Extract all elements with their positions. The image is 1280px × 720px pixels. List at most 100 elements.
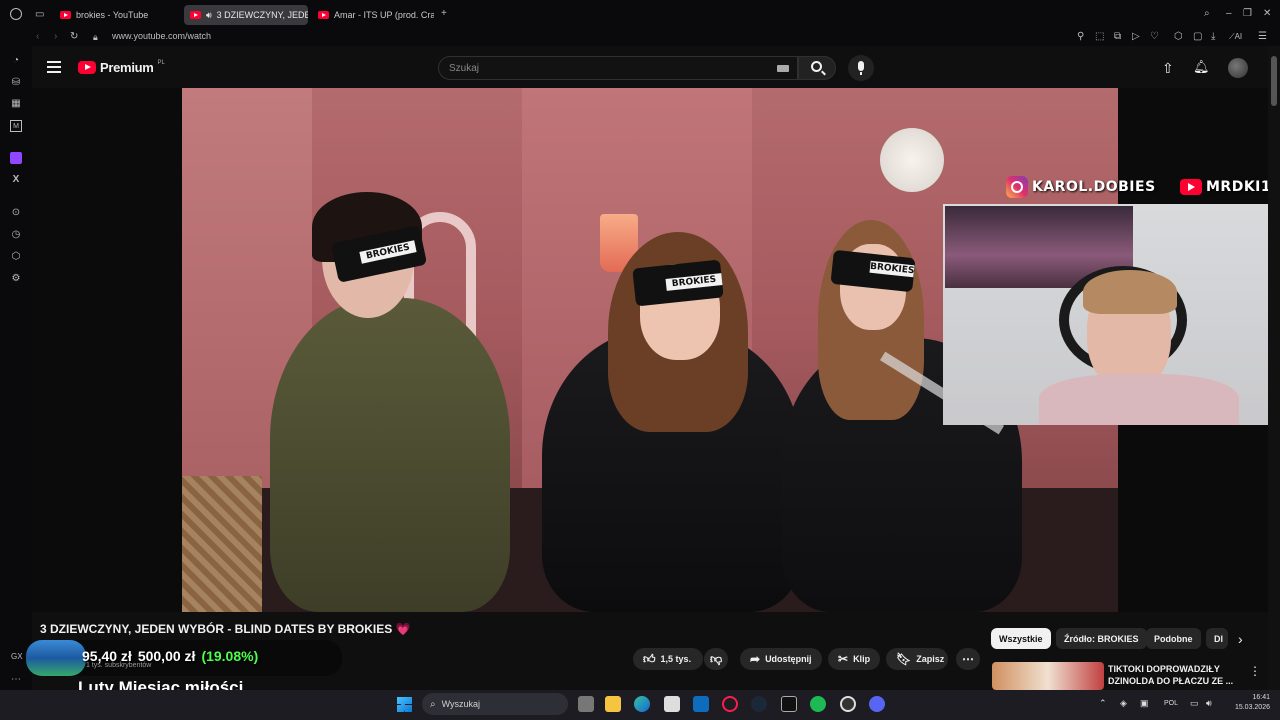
- hamburger-menu-icon[interactable]: [47, 61, 61, 73]
- capcut-icon[interactable]: [781, 696, 797, 712]
- snapshot-icon[interactable]: ⬚: [1095, 31, 1104, 43]
- thumbs-up-icon: 👍︎: [643, 651, 656, 666]
- youtube-favicon-icon: [60, 11, 71, 19]
- social-handles: KAROL.DOBIES: [1006, 176, 1156, 198]
- armchair: [182, 476, 262, 612]
- settings-icon[interactable]: ⚙: [10, 273, 22, 285]
- clip-button[interactable]: ✂ Klip: [828, 648, 880, 670]
- sidebar-dial-icon[interactable]: ◔: [10, 55, 22, 67]
- close-window-icon[interactable]: ✕: [1263, 8, 1271, 20]
- new-tab-icon[interactable]: +: [441, 8, 447, 20]
- tab-brokies[interactable]: brokies - YouTube: [54, 5, 182, 25]
- taskbar-search[interactable]: ⌕ Wyszukaj: [422, 693, 568, 715]
- sidebar-bag-icon[interactable]: ⛁: [10, 77, 22, 89]
- system-clock[interactable]: 16:41 15.03.2026: [1226, 693, 1270, 713]
- like-button[interactable]: 👍︎ 1,5 tys.: [633, 648, 703, 670]
- forward-icon[interactable]: ›: [54, 31, 57, 43]
- tab-amar[interactable]: Amar - ITS UP (prod. Crac: [312, 5, 434, 25]
- chip-related[interactable]: Podobne: [1146, 628, 1201, 649]
- sidebar-m-icon[interactable]: M: [10, 120, 22, 132]
- tray-chevron-icon[interactable]: ⌃: [1099, 698, 1107, 709]
- file-explorer-icon[interactable]: [605, 696, 621, 712]
- recommendation-thumbnail[interactable]: [992, 662, 1104, 690]
- video-title: 3 DZIEWCZYNY, JEDEN WYBÓR - BLIND DATES …: [40, 622, 411, 636]
- thumbs-down-icon: 👎︎: [710, 651, 723, 666]
- taskbar-search-label: Wyszukaj: [441, 699, 481, 709]
- easy-setup-icon[interactable]: ☰: [1258, 31, 1267, 43]
- search-button[interactable]: [798, 56, 836, 80]
- recommendation-menu-icon[interactable]: ⋮: [1249, 664, 1261, 678]
- task-view-icon[interactable]: [578, 696, 594, 712]
- keyboard-icon[interactable]: [777, 65, 789, 72]
- chevron-right-icon[interactable]: ›: [1238, 632, 1243, 646]
- instagram-icon: [1006, 176, 1028, 198]
- notifications-bell-icon[interactable]: 🔔︎: [1193, 60, 1210, 74]
- url-field[interactable]: www.youtube.com/watch: [112, 31, 211, 41]
- upload-icon[interactable]: ⇧: [1162, 61, 1174, 75]
- volume-icon[interactable]: 🔊︎: [1206, 698, 1212, 709]
- chip-all[interactable]: Wszystkie: [991, 628, 1051, 649]
- minimize-icon[interactable]: –: [1226, 8, 1232, 20]
- chip-more[interactable]: Dl: [1206, 628, 1228, 649]
- tray-app-icon[interactable]: ▣: [1140, 698, 1149, 709]
- opera-gx-icon[interactable]: [722, 696, 738, 712]
- tray-network-icon[interactable]: ◈: [1120, 698, 1127, 709]
- youtube-favicon-icon: [190, 11, 201, 19]
- person-left: [270, 298, 510, 612]
- tab-switcher-icon[interactable]: ▭: [35, 9, 44, 21]
- youtube-red-icon: [1180, 179, 1202, 195]
- search-input[interactable]: Szukaj: [438, 56, 798, 80]
- page-scrollbar[interactable]: [1268, 46, 1280, 690]
- play-icon[interactable]: ▷: [1132, 31, 1140, 43]
- tab-label: 3 DZIEWCZYNY, JEDE: [216, 10, 308, 20]
- goal-percent: (19.08%): [201, 648, 259, 664]
- x-icon[interactable]: X: [10, 174, 22, 186]
- spotify-icon[interactable]: [810, 696, 826, 712]
- edge-icon[interactable]: [634, 696, 650, 712]
- sidebar-more-icon[interactable]: ⋯: [10, 674, 22, 686]
- ai-icon[interactable]: ⟋AI: [1229, 31, 1242, 43]
- crop-icon[interactable]: ⧉: [1114, 31, 1121, 43]
- search-tabs-icon[interactable]: ⌕: [1204, 8, 1210, 20]
- store-icon[interactable]: [664, 696, 680, 712]
- scrollbar-thumb[interactable]: [1271, 56, 1277, 106]
- voice-search-button[interactable]: [848, 55, 874, 81]
- save-button[interactable]: 🔖︎ Zapisz: [886, 648, 948, 670]
- dislike-button[interactable]: 👎︎: [704, 648, 728, 670]
- history-icon[interactable]: ◷: [10, 229, 22, 241]
- language-indicator[interactable]: POL: [1164, 700, 1178, 707]
- youtube-logo-icon: [78, 61, 96, 74]
- avatar[interactable]: [1228, 58, 1248, 78]
- box-icon[interactable]: ▢: [1193, 31, 1202, 43]
- player-icon[interactable]: ⊙: [10, 207, 22, 219]
- recommendation-title[interactable]: TIKTOKI DOPROWADZIŁY DZINOLDA DO PŁACZU …: [1108, 663, 1233, 687]
- pin-icon[interactable]: ⚲: [1077, 31, 1084, 43]
- download-icon[interactable]: ⤓: [1211, 31, 1215, 43]
- twitch-icon[interactable]: [10, 152, 22, 164]
- obs-icon[interactable]: [840, 696, 856, 712]
- microphone-icon: [858, 61, 864, 71]
- maximize-icon[interactable]: ❐: [1243, 8, 1252, 20]
- search-icon: ⌕: [430, 698, 436, 710]
- display-icon[interactable]: ▭: [1190, 698, 1199, 709]
- wall-lamp: [880, 128, 944, 192]
- back-icon[interactable]: ‹: [36, 31, 39, 43]
- clock-time: 16:41: [1252, 694, 1270, 701]
- opera-menu-icon[interactable]: [10, 8, 22, 20]
- heart-icon[interactable]: ♡: [1150, 31, 1159, 43]
- extensions-icon[interactable]: ⬡: [1174, 31, 1183, 43]
- reload-icon[interactable]: ↻: [70, 31, 78, 43]
- sidebar-cube-icon[interactable]: ▦: [10, 98, 22, 110]
- discord-icon[interactable]: [869, 696, 885, 712]
- youtube-handle-overlay: MRDKI1: [1180, 176, 1271, 198]
- chip-source[interactable]: Źródło: BROKIES: [1056, 628, 1147, 649]
- webcam-feed: [943, 204, 1280, 425]
- more-actions-button[interactable]: ⋯: [956, 648, 980, 670]
- steam-icon[interactable]: [751, 696, 767, 712]
- youtube-premium-logo[interactable]: Premium PL: [78, 60, 165, 75]
- outlook-icon[interactable]: [693, 696, 709, 712]
- tab-active-video[interactable]: 🔊︎ 3 DZIEWCZYNY, JEDE: [184, 5, 308, 25]
- streamer-shirt: [1039, 374, 1239, 425]
- share-button[interactable]: ➦ Udostępnij: [740, 648, 822, 670]
- extensions-side-icon[interactable]: ⬡: [10, 251, 22, 263]
